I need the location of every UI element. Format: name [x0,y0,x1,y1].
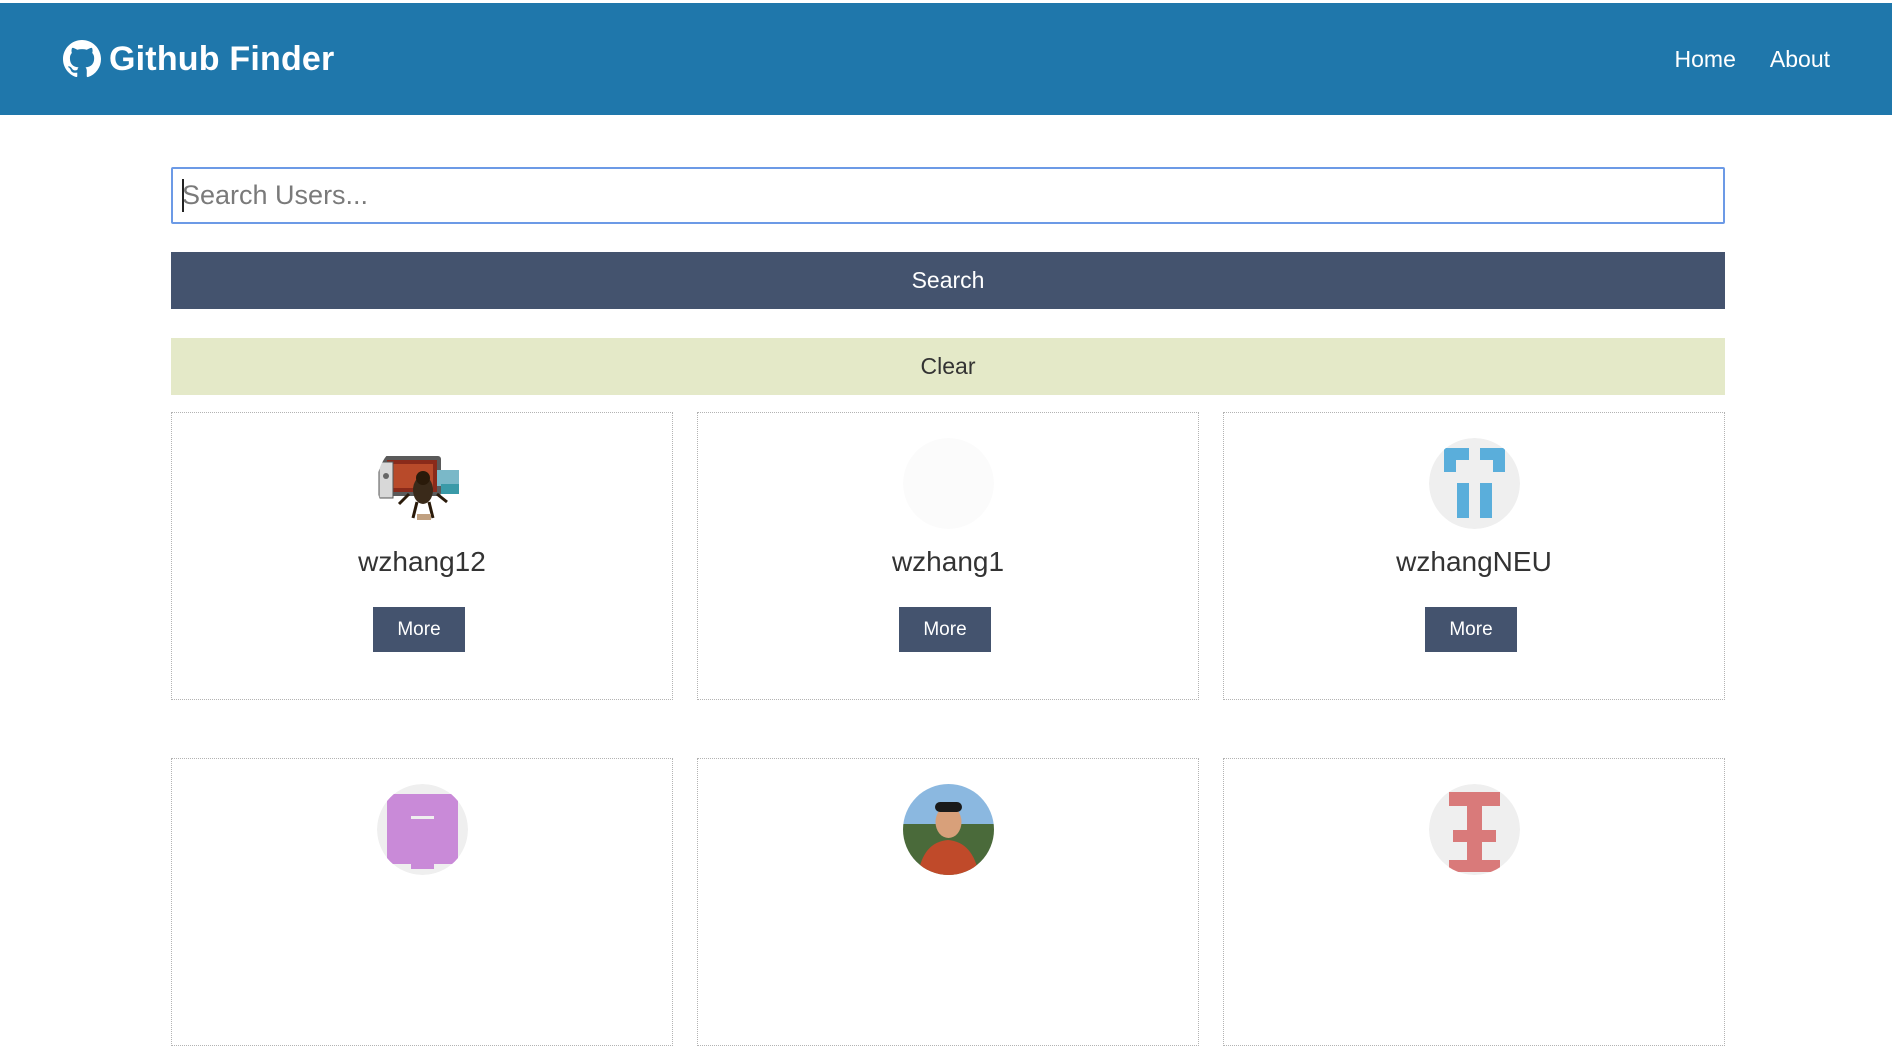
nav-home-link[interactable]: Home [1675,46,1736,73]
user-card: wzhang1 More [697,412,1199,700]
navbar: Github Finder Home About [0,3,1892,115]
more-button[interactable]: More [899,607,991,652]
more-button[interactable]: More [1425,607,1517,652]
user-avatar [903,438,994,529]
github-icon [63,40,101,78]
text-cursor [182,179,184,212]
username: wzhang12 [358,546,486,577]
user-card [697,758,1199,1046]
user-avatar [377,784,468,875]
user-avatar [1429,784,1520,875]
user-card: wzhang12 More [171,412,673,700]
username: wzhangNEU [1396,546,1552,577]
user-card [171,758,673,1046]
brand-title: Github Finder [109,39,335,78]
brand[interactable]: Github Finder [63,3,334,115]
user-avatar [377,438,468,529]
search-input[interactable] [171,167,1725,224]
user-card [1223,758,1725,1046]
user-avatar [903,784,994,875]
nav-about-link[interactable]: About [1770,46,1830,73]
search-button[interactable]: Search [171,252,1725,309]
clear-button[interactable]: Clear [171,338,1725,395]
user-card: wzhangNEU More [1223,412,1725,700]
nav-links: Home About [1641,3,1830,115]
username: wzhang1 [891,546,1005,577]
user-avatar [1429,438,1520,529]
more-button[interactable]: More [373,607,465,652]
